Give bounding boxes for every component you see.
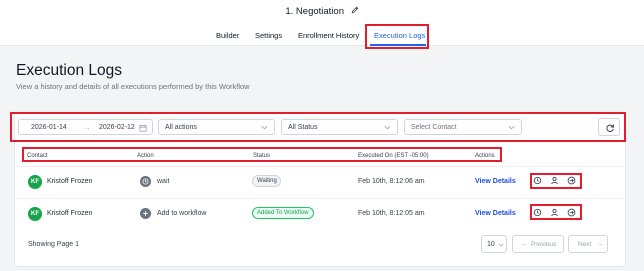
- column-header-actions: Actions: [475, 152, 495, 159]
- tab-builder[interactable]: Builder: [216, 31, 239, 40]
- tab-settings[interactable]: Settings: [255, 31, 282, 40]
- date-to: 2026-02-12: [99, 123, 135, 131]
- arrow-right-icon: →: [597, 240, 604, 248]
- status-badge: Waiting: [252, 175, 281, 187]
- action-filter-value: All actions: [165, 123, 197, 131]
- contact-name[interactable]: Kristoff Frozen: [47, 210, 92, 217]
- chevron-down-icon: [498, 242, 504, 250]
- history-icon[interactable]: [532, 175, 544, 187]
- next-label: Next: [578, 240, 592, 248]
- action-name: Add to workflow: [157, 209, 207, 217]
- chevron-down-icon: [508, 124, 515, 133]
- arrow-left-icon: ←: [521, 240, 528, 248]
- table-row: KF Kristoff Frozen wait Waiting Feb 10th…: [16, 166, 624, 196]
- executed-on: Feb 10th, 8:12:05 am: [358, 209, 425, 217]
- date-range-picker[interactable]: 2026-01-14 → 2026-02-12: [18, 119, 153, 135]
- workflow-header: 1. Negotiation Builder Settings Enrollme…: [0, 0, 644, 46]
- page-title: Execution Logs: [16, 62, 122, 79]
- action-name: wait: [157, 177, 170, 185]
- column-header-action: Action: [137, 152, 154, 159]
- previous-button[interactable]: ← Previous: [512, 235, 564, 253]
- clock-icon: [140, 176, 151, 187]
- column-header-status: Status: [253, 152, 271, 159]
- edit-pencil-icon[interactable]: [351, 6, 359, 17]
- plus-icon: [140, 208, 151, 219]
- column-header-executed-on: Executed On (EST -05:00): [358, 152, 429, 159]
- view-details-link[interactable]: View Details: [475, 178, 516, 185]
- page-size-select[interactable]: 10: [481, 235, 507, 253]
- page-subtitle: View a history and details of all execut…: [16, 82, 250, 91]
- view-details-link[interactable]: View Details: [475, 210, 516, 217]
- status-badge: Added To Workflow: [252, 207, 314, 219]
- user-icon[interactable]: [549, 207, 561, 219]
- user-icon[interactable]: [549, 175, 561, 187]
- chevron-down-icon: [261, 124, 268, 133]
- history-icon[interactable]: [532, 207, 544, 219]
- refresh-icon: [606, 124, 614, 132]
- refresh-button[interactable]: [598, 118, 620, 136]
- table-row: KF Kristoff Frozen Add to workflow Added…: [16, 198, 624, 228]
- workflow-title-wrap: 1. Negotiation: [0, 6, 644, 17]
- date-from: 2026-01-14: [31, 123, 67, 131]
- page-info: Showing Page 1: [28, 241, 79, 248]
- exit-arrow-icon[interactable]: [566, 207, 578, 219]
- date-range-arrow-icon: →: [83, 122, 91, 132]
- column-header-contact: Contact: [27, 152, 48, 159]
- avatar: KF: [28, 175, 42, 189]
- calendar-icon: [139, 124, 147, 134]
- contact-filter-placeholder: Select Contact: [411, 123, 457, 131]
- contact-name[interactable]: Kristoff Frozen: [47, 178, 92, 185]
- tab-enrollment-history[interactable]: Enrollment History: [298, 31, 359, 40]
- tab-execution-logs[interactable]: Execution Logs: [374, 31, 425, 40]
- next-button[interactable]: Next →: [568, 235, 608, 253]
- avatar: KF: [28, 207, 42, 221]
- status-filter-value: All Status: [288, 123, 318, 131]
- workflow-title: 1. Negotiation: [285, 6, 344, 18]
- contact-filter-select[interactable]: Select Contact: [404, 119, 522, 135]
- workflow-tabs: Builder Settings Enrollment History Exec…: [0, 28, 644, 46]
- status-filter-select[interactable]: All Status: [281, 119, 398, 135]
- previous-label: Previous: [531, 240, 557, 248]
- page-size-value: 10: [487, 240, 495, 248]
- exit-arrow-icon[interactable]: [566, 175, 578, 187]
- table-header: Contact Action Status Executed On (EST -…: [24, 150, 500, 162]
- executed-on: Feb 10th, 8:12:06 am: [358, 177, 425, 185]
- chevron-down-icon: [384, 124, 391, 133]
- action-filter-select[interactable]: All actions: [158, 119, 275, 135]
- active-tab-indicator: [370, 44, 426, 46]
